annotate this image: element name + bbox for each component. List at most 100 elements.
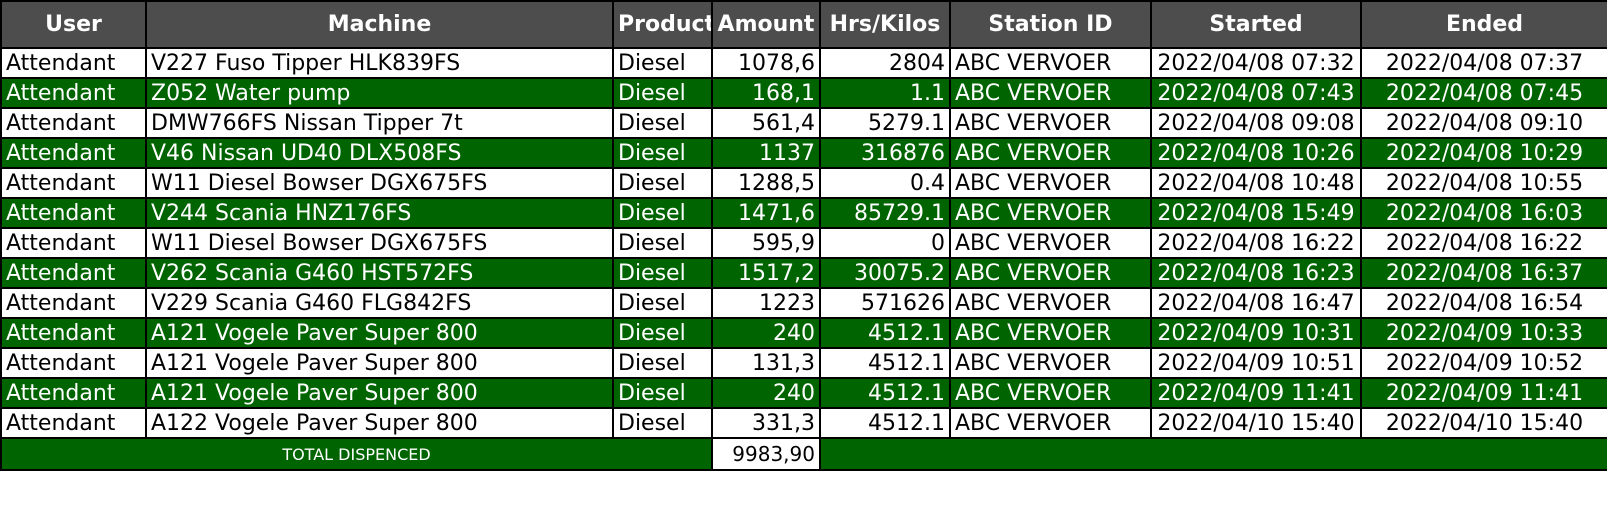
cell-started: 2022/04/10 15:40 [1150, 407, 1362, 439]
column-header-hrs-kilos: Hrs/Kilos [819, 0, 951, 49]
cell-user: Attendant [0, 317, 147, 349]
cell-hrs-kilos: 0 [819, 227, 951, 259]
total-label: TOTAL DISPENCED [0, 437, 713, 471]
cell-hrs-kilos: 30075.2 [819, 257, 951, 289]
total-filler [819, 437, 1607, 471]
table-row: Attendant W11 Diesel Bowser DGX675FS Diese… [0, 227, 1607, 259]
cell-station-id: ABC VERVOER [949, 317, 1152, 349]
cell-product: Diesel [612, 137, 713, 169]
cell-product: Diesel [612, 257, 713, 289]
cell-ended: 2022/04/08 09:10 [1360, 107, 1607, 139]
column-header-station-id: Station ID [949, 0, 1152, 49]
cell-product: Diesel [612, 167, 713, 199]
cell-product: Diesel [612, 377, 713, 409]
fuel-dispense-table: User Machine Product Amount Hrs/Kilos St… [0, 0, 1607, 471]
cell-station-id: ABC VERVOER [949, 377, 1152, 409]
table-row: Attendant V46 Nissan UD40 DLX508FS Diesel 1… [0, 137, 1607, 169]
table-row: Attendant A121 Vogele Paver Super 800 Dies… [0, 377, 1607, 409]
cell-machine: V244 Scania HNZ176FS [145, 197, 614, 229]
cell-station-id: ABC VERVOER [949, 197, 1152, 229]
column-header-machine: Machine [145, 0, 614, 49]
cell-machine: V227 Fuso Tipper HLK839FS [145, 47, 614, 79]
header-row: User Machine Product Amount Hrs/Kilos St… [0, 0, 1607, 49]
cell-user: Attendant [0, 287, 147, 319]
table-row: Attendant V244 Scania HNZ176FS Diesel 1471,… [0, 197, 1607, 229]
cell-product: Diesel [612, 347, 713, 379]
cell-station-id: ABC VERVOER [949, 287, 1152, 319]
cell-machine: Z052 Water pump [145, 77, 614, 109]
cell-started: 2022/04/08 10:26 [1150, 137, 1362, 169]
cell-product: Diesel [612, 287, 713, 319]
table-row: Attendant A121 Vogele Paver Super 800 Dies… [0, 347, 1607, 379]
cell-ended: 2022/04/08 07:45 [1360, 77, 1607, 109]
cell-product: Diesel [612, 47, 713, 79]
cell-user: Attendant [0, 47, 147, 79]
cell-user: Attendant [0, 347, 147, 379]
column-header-product: Product [612, 0, 713, 49]
cell-product: Diesel [612, 77, 713, 109]
cell-started: 2022/04/08 15:49 [1150, 197, 1362, 229]
cell-product: Diesel [612, 407, 713, 439]
table-row: Attendant Z052 Water pump Diesel 168,1 1.1 AB… [0, 77, 1607, 109]
cell-ended: 2022/04/08 10:55 [1360, 167, 1607, 199]
cell-user: Attendant [0, 197, 147, 229]
cell-amount: 595,9 [711, 227, 821, 259]
cell-hrs-kilos: 4512.1 [819, 407, 951, 439]
cell-station-id: ABC VERVOER [949, 47, 1152, 79]
total-value: 9983,90 [711, 437, 821, 471]
cell-machine: W11 Diesel Bowser DGX675FS [145, 167, 614, 199]
cell-ended: 2022/04/08 16:37 [1360, 257, 1607, 289]
cell-station-id: ABC VERVOER [949, 407, 1152, 439]
table-row: Attendant V262 Scania G460 HST572FS Diesel… [0, 257, 1607, 289]
cell-user: Attendant [0, 77, 147, 109]
cell-station-id: ABC VERVOER [949, 257, 1152, 289]
cell-started: 2022/04/09 11:41 [1150, 377, 1362, 409]
cell-hrs-kilos: 2804 [819, 47, 951, 79]
cell-amount: 561,4 [711, 107, 821, 139]
cell-amount: 168,1 [711, 77, 821, 109]
cell-station-id: ABC VERVOER [949, 77, 1152, 109]
cell-started: 2022/04/08 07:43 [1150, 77, 1362, 109]
table-row: Attendant A122 Vogele Paver Super 800 Dies… [0, 407, 1607, 439]
table-row: Attendant V229 Scania G460 FLG842FS Diesel… [0, 287, 1607, 319]
cell-product: Diesel [612, 317, 713, 349]
cell-hrs-kilos: 4512.1 [819, 377, 951, 409]
cell-ended: 2022/04/08 07:37 [1360, 47, 1607, 79]
cell-ended: 2022/04/09 11:41 [1360, 377, 1607, 409]
cell-machine: A121 Vogele Paver Super 800 [145, 377, 614, 409]
cell-started: 2022/04/08 16:23 [1150, 257, 1362, 289]
cell-hrs-kilos: 316876 [819, 137, 951, 169]
cell-station-id: ABC VERVOER [949, 137, 1152, 169]
cell-amount: 131,3 [711, 347, 821, 379]
table-row: Attendant V227 Fuso Tipper HLK839FS Diesel… [0, 47, 1607, 79]
cell-started: 2022/04/09 10:31 [1150, 317, 1362, 349]
cell-user: Attendant [0, 107, 147, 139]
cell-machine: A122 Vogele Paver Super 800 [145, 407, 614, 439]
cell-ended: 2022/04/09 10:52 [1360, 347, 1607, 379]
total-row: TOTAL DISPENCED 9983,90 [0, 437, 1607, 471]
cell-product: Diesel [612, 227, 713, 259]
cell-ended: 2022/04/09 10:33 [1360, 317, 1607, 349]
cell-ended: 2022/04/08 10:29 [1360, 137, 1607, 169]
cell-amount: 1078,6 [711, 47, 821, 79]
cell-station-id: ABC VERVOER [949, 107, 1152, 139]
cell-hrs-kilos: 571626 [819, 287, 951, 319]
cell-started: 2022/04/09 10:51 [1150, 347, 1362, 379]
cell-hrs-kilos: 1.1 [819, 77, 951, 109]
cell-machine: A121 Vogele Paver Super 800 [145, 317, 614, 349]
cell-ended: 2022/04/08 16:22 [1360, 227, 1607, 259]
cell-amount: 1137 [711, 137, 821, 169]
column-header-user: User [0, 0, 147, 49]
cell-user: Attendant [0, 377, 147, 409]
cell-machine: A121 Vogele Paver Super 800 [145, 347, 614, 379]
cell-hrs-kilos: 4512.1 [819, 347, 951, 379]
cell-ended: 2022/04/10 15:40 [1360, 407, 1607, 439]
cell-machine: V229 Scania G460 FLG842FS [145, 287, 614, 319]
cell-station-id: ABC VERVOER [949, 167, 1152, 199]
cell-amount: 1471,6 [711, 197, 821, 229]
cell-machine: V46 Nissan UD40 DLX508FS [145, 137, 614, 169]
column-header-amount: Amount [711, 0, 821, 49]
cell-started: 2022/04/08 16:22 [1150, 227, 1362, 259]
cell-ended: 2022/04/08 16:54 [1360, 287, 1607, 319]
cell-machine: W11 Diesel Bowser DGX675FS [145, 227, 614, 259]
